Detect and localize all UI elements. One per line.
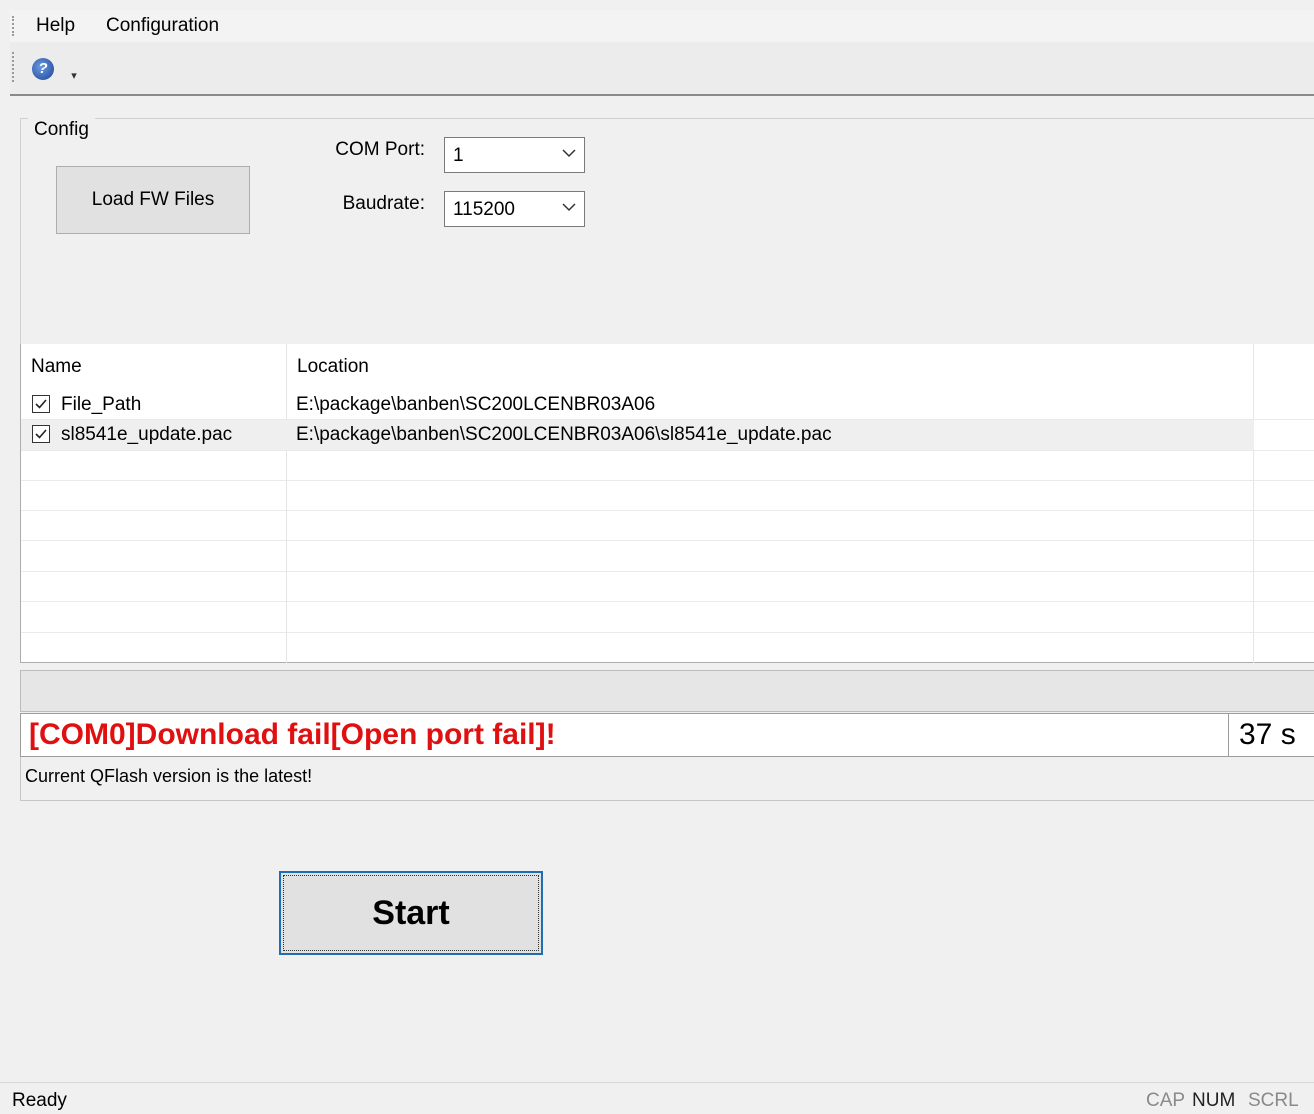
baudrate-select[interactable]: 115200 xyxy=(444,191,585,227)
row-line xyxy=(21,480,1314,481)
menu-help[interactable]: Help xyxy=(30,13,81,39)
row-line xyxy=(21,510,1314,511)
ready-status: Ready xyxy=(12,1090,67,1111)
table-row[interactable]: File_Path E:\package\banben\SC200LCENBR0… xyxy=(21,390,1314,420)
checkmark-icon xyxy=(35,399,47,409)
toolbar: ? ▾ xyxy=(10,42,1314,96)
row-line xyxy=(21,571,1314,572)
status-message: [COM0]Download fail[Open port fail]! xyxy=(29,718,556,751)
load-fw-files-button[interactable]: Load FW Files xyxy=(56,166,250,234)
baudrate-value: 115200 xyxy=(453,199,515,220)
row-location: E:\package\banben\SC200LCENBR03A06 xyxy=(296,394,656,415)
row-line xyxy=(21,601,1314,602)
status-bar: Ready CAP NUM SCRL xyxy=(0,1082,1314,1114)
row-location: E:\package\banben\SC200LCENBR03A06\sl854… xyxy=(296,424,832,445)
scrl-indicator: SCRL xyxy=(1248,1090,1299,1111)
column-header-location[interactable]: Location xyxy=(287,344,1253,390)
file-list[interactable]: Name Location File_Path E:\package\banbe… xyxy=(20,344,1314,663)
chevron-down-icon xyxy=(562,203,576,212)
baudrate-label: Baudrate: xyxy=(342,193,425,214)
chevron-down-icon[interactable]: ▾ xyxy=(68,68,80,84)
help-icon[interactable]: ? xyxy=(32,58,54,80)
chevron-down-icon xyxy=(562,149,576,158)
status-panel: [COM0]Download fail[Open port fail]! 37 … xyxy=(20,713,1314,757)
row-checkbox[interactable] xyxy=(32,425,50,443)
com-port-value: 1 xyxy=(453,145,464,166)
column-header-name[interactable]: Name xyxy=(21,344,287,390)
toolbar-grip[interactable] xyxy=(12,52,18,82)
row-line xyxy=(21,540,1314,541)
table-row[interactable]: sl8541e_update.pac E:\package\banben\SC2… xyxy=(21,420,1314,450)
focus-rect xyxy=(283,875,539,951)
cap-indicator: CAP xyxy=(1146,1090,1186,1111)
row-line xyxy=(21,450,1314,451)
row-name: sl8541e_update.pac xyxy=(61,424,233,445)
elapsed-time: 37 s xyxy=(1239,718,1296,751)
progress-bar xyxy=(20,670,1314,712)
info-message: Current QFlash version is the latest! xyxy=(25,766,313,786)
menu-grip[interactable] xyxy=(12,16,18,36)
com-port-label: COM Port: xyxy=(335,139,425,160)
com-port-select[interactable]: 1 xyxy=(444,137,585,173)
timer-panel: 37 s xyxy=(1228,714,1314,756)
menu-configuration[interactable]: Configuration xyxy=(100,13,225,39)
row-name: File_Path xyxy=(61,394,142,415)
menu-bar: Help Configuration xyxy=(10,10,1314,42)
config-group-label: Config xyxy=(28,118,95,142)
info-panel: Current QFlash version is the latest! xyxy=(20,757,1314,801)
checkmark-icon xyxy=(35,429,47,439)
start-button[interactable]: Start xyxy=(279,871,543,955)
num-indicator: NUM xyxy=(1192,1090,1236,1111)
row-line xyxy=(21,632,1314,633)
row-checkbox[interactable] xyxy=(32,395,50,413)
